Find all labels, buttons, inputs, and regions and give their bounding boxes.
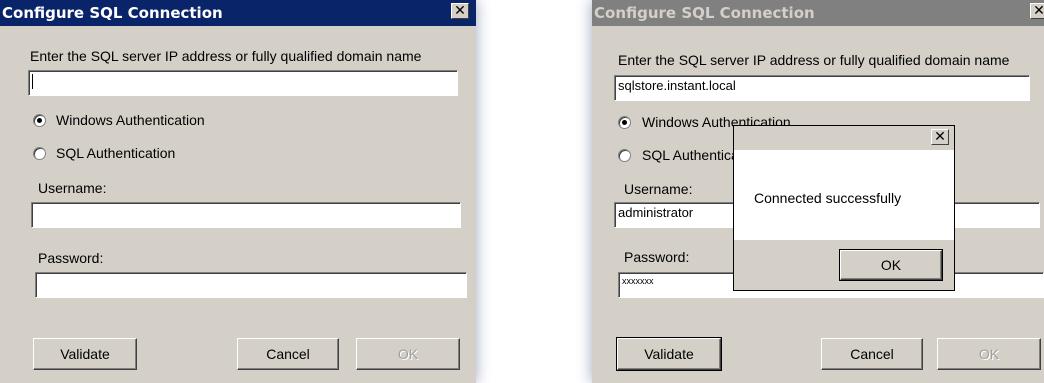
right-server-prompt: Enter the SQL server IP address or fully… <box>618 52 1010 68</box>
left-close-icon[interactable]: ✕ <box>451 3 469 19</box>
right-dialog-titlebar: Configure SQL Connection <box>592 0 1044 26</box>
left-username-input[interactable] <box>31 202 461 228</box>
right-sql-auth-radio[interactable] <box>618 149 631 162</box>
left-dialog-titlebar: Configure SQL Connection <box>0 0 476 26</box>
left-password-label: Password: <box>38 250 104 266</box>
connection-message-box: ✕ Connected successfully OK <box>733 125 955 291</box>
right-configure-sql-dialog: Configure SQL Connection ✕ Enter the SQL… <box>592 0 1044 383</box>
right-password-label: Password: <box>624 249 690 265</box>
left-text-cursor <box>32 74 33 90</box>
left-server-prompt: Enter the SQL server IP address or fully… <box>30 48 422 64</box>
left-server-input[interactable] <box>28 70 458 96</box>
right-server-input[interactable]: sqlstore.instant.local <box>614 75 1030 101</box>
right-windows-auth-radio[interactable] <box>618 116 631 129</box>
left-windows-auth-radio[interactable] <box>33 114 46 127</box>
left-password-input[interactable] <box>35 272 467 298</box>
right-close-icon[interactable]: ✕ <box>1030 3 1044 19</box>
left-validate-button[interactable]: Validate <box>33 338 137 370</box>
right-cancel-button[interactable]: Cancel <box>821 338 923 370</box>
right-ok-button: OK <box>937 338 1041 370</box>
left-dialog-title: Configure SQL Connection <box>2 4 223 22</box>
left-ok-button: OK <box>356 338 460 370</box>
message-box-close-icon[interactable]: ✕ <box>931 129 949 145</box>
left-windows-auth-label[interactable]: Windows Authentication <box>56 112 205 128</box>
right-validate-button[interactable]: Validate <box>616 337 722 371</box>
left-username-label: Username: <box>38 180 107 196</box>
message-box-ok-button[interactable]: OK <box>839 249 943 281</box>
right-username-label: Username: <box>624 181 693 197</box>
message-box-text: Connected successfully <box>754 190 902 206</box>
left-configure-sql-dialog: Configure SQL Connection ✕ Enter the SQL… <box>0 0 476 383</box>
left-sql-auth-radio[interactable] <box>33 147 46 160</box>
right-dialog-title: Configure SQL Connection <box>594 4 815 22</box>
left-sql-auth-label[interactable]: SQL Authentication <box>56 145 175 161</box>
left-cancel-button[interactable]: Cancel <box>237 338 339 370</box>
